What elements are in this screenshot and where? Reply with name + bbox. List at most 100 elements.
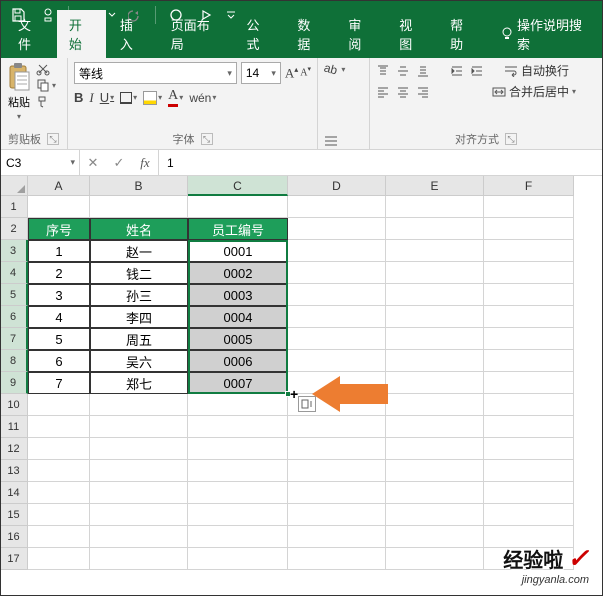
cell-E6[interactable] <box>386 306 484 328</box>
cell-E4[interactable] <box>386 262 484 284</box>
cell-B11[interactable] <box>90 416 188 438</box>
fill-color-button[interactable]: ▾ <box>143 91 162 105</box>
cell-E9[interactable] <box>386 372 484 394</box>
cell-F11[interactable] <box>484 416 574 438</box>
tab-file[interactable]: 文件 <box>6 10 55 58</box>
cell-E8[interactable] <box>386 350 484 372</box>
col-header-C[interactable]: C <box>188 176 288 196</box>
cell-F1[interactable] <box>484 196 574 218</box>
align-middle-button[interactable] <box>396 64 410 78</box>
cell-C7[interactable]: 0005 <box>188 328 288 350</box>
row-header-13[interactable]: 13 <box>0 460 28 482</box>
row-header-2[interactable]: 2 <box>0 218 28 240</box>
cell-B1[interactable] <box>90 196 188 218</box>
cell-F13[interactable] <box>484 460 574 482</box>
cell-F3[interactable] <box>484 240 574 262</box>
col-header-E[interactable]: E <box>386 176 484 196</box>
cell-E1[interactable] <box>386 196 484 218</box>
cell-A6[interactable]: 4 <box>28 306 90 328</box>
cell-A1[interactable] <box>28 196 90 218</box>
cell-A12[interactable] <box>28 438 90 460</box>
row-header-1[interactable]: 1 <box>0 196 28 218</box>
row-header-6[interactable]: 6 <box>0 306 28 328</box>
cell-E10[interactable] <box>386 394 484 416</box>
row-header-9[interactable]: 9 <box>0 372 28 394</box>
cell-A13[interactable] <box>28 460 90 482</box>
tab-tellme[interactable]: 操作说明搜索 <box>489 10 603 58</box>
cell-C17[interactable] <box>188 548 288 570</box>
tab-layout[interactable]: 页面布局 <box>159 10 233 58</box>
row-header-10[interactable]: 10 <box>0 394 28 416</box>
cell-D14[interactable] <box>288 482 386 504</box>
cell-C1[interactable] <box>188 196 288 218</box>
cell-D16[interactable] <box>288 526 386 548</box>
cell-B12[interactable] <box>90 438 188 460</box>
cell-F14[interactable] <box>484 482 574 504</box>
cell-A4[interactable]: 2 <box>28 262 90 284</box>
cell-C3[interactable]: 0001 <box>188 240 288 262</box>
cell-A2[interactable]: 序号 <box>28 218 90 240</box>
cell-B7[interactable]: 周五 <box>90 328 188 350</box>
cell-C2[interactable]: 员工编号 <box>188 218 288 240</box>
cell-B6[interactable]: 李四 <box>90 306 188 328</box>
cell-C15[interactable] <box>188 504 288 526</box>
cell-C13[interactable] <box>188 460 288 482</box>
row-header-15[interactable]: 15 <box>0 504 28 526</box>
cell-F4[interactable] <box>484 262 574 284</box>
cell-D17[interactable] <box>288 548 386 570</box>
align-left-button[interactable] <box>376 85 390 99</box>
align-bottom-button[interactable] <box>416 64 430 78</box>
cell-B8[interactable]: 吴六 <box>90 350 188 372</box>
cell-D15[interactable] <box>288 504 386 526</box>
increase-indent-button[interactable] <box>470 64 484 78</box>
cell-C12[interactable] <box>188 438 288 460</box>
format-painter-button[interactable] <box>36 94 50 108</box>
cell-F12[interactable] <box>484 438 574 460</box>
font-name-combo[interactable]: 等线▾ <box>74 62 237 84</box>
tab-formulas[interactable]: 公式 <box>235 10 284 58</box>
fx-button[interactable]: fx <box>132 155 158 171</box>
align-center-button[interactable] <box>396 85 410 99</box>
column-headers[interactable]: ABCDEF <box>28 176 574 196</box>
cell-C16[interactable] <box>188 526 288 548</box>
cell-A10[interactable] <box>28 394 90 416</box>
row-headers[interactable]: 1234567891011121314151617 <box>0 196 28 570</box>
cell-B14[interactable] <box>90 482 188 504</box>
copy-button[interactable]: ▾ <box>36 78 56 92</box>
cell-B16[interactable] <box>90 526 188 548</box>
cell-B15[interactable] <box>90 504 188 526</box>
cell-D7[interactable] <box>288 328 386 350</box>
wrap-text-button[interactable]: 自动换行 <box>504 62 569 79</box>
cell-B4[interactable]: 钱二 <box>90 262 188 284</box>
font-size-combo[interactable]: 14▾ <box>241 62 281 84</box>
bold-button[interactable]: B <box>74 90 83 105</box>
cell-F10[interactable] <box>484 394 574 416</box>
shrink-font-button[interactable]: A▾ <box>300 65 311 81</box>
italic-button[interactable]: I <box>89 90 93 106</box>
align-right-button[interactable] <box>416 85 430 99</box>
tab-insert[interactable]: 插入 <box>108 10 157 58</box>
tab-data[interactable]: 数据 <box>285 10 334 58</box>
cell-A16[interactable] <box>28 526 90 548</box>
cell-F7[interactable] <box>484 328 574 350</box>
cell-C10[interactable] <box>188 394 288 416</box>
cell-E16[interactable] <box>386 526 484 548</box>
cell-D8[interactable] <box>288 350 386 372</box>
enter-formula-button[interactable]: ✓ <box>106 155 132 171</box>
cell-A7[interactable]: 5 <box>28 328 90 350</box>
indent-buttons[interactable] <box>324 125 363 147</box>
row-header-5[interactable]: 5 <box>0 284 28 306</box>
align-top-button[interactable] <box>376 64 390 78</box>
cell-D2[interactable] <box>288 218 386 240</box>
cell-A5[interactable]: 3 <box>28 284 90 306</box>
cell-F5[interactable] <box>484 284 574 306</box>
cell-B9[interactable]: 郑七 <box>90 372 188 394</box>
border-button[interactable]: ▾ <box>120 92 137 104</box>
cell-E15[interactable] <box>386 504 484 526</box>
col-header-D[interactable]: D <box>288 176 386 196</box>
dialog-launcher-icon[interactable]: ⤡ <box>505 133 517 145</box>
cell-B5[interactable]: 孙三 <box>90 284 188 306</box>
row-header-7[interactable]: 7 <box>0 328 28 350</box>
cell-F8[interactable] <box>484 350 574 372</box>
cell-C6[interactable]: 0004 <box>188 306 288 328</box>
